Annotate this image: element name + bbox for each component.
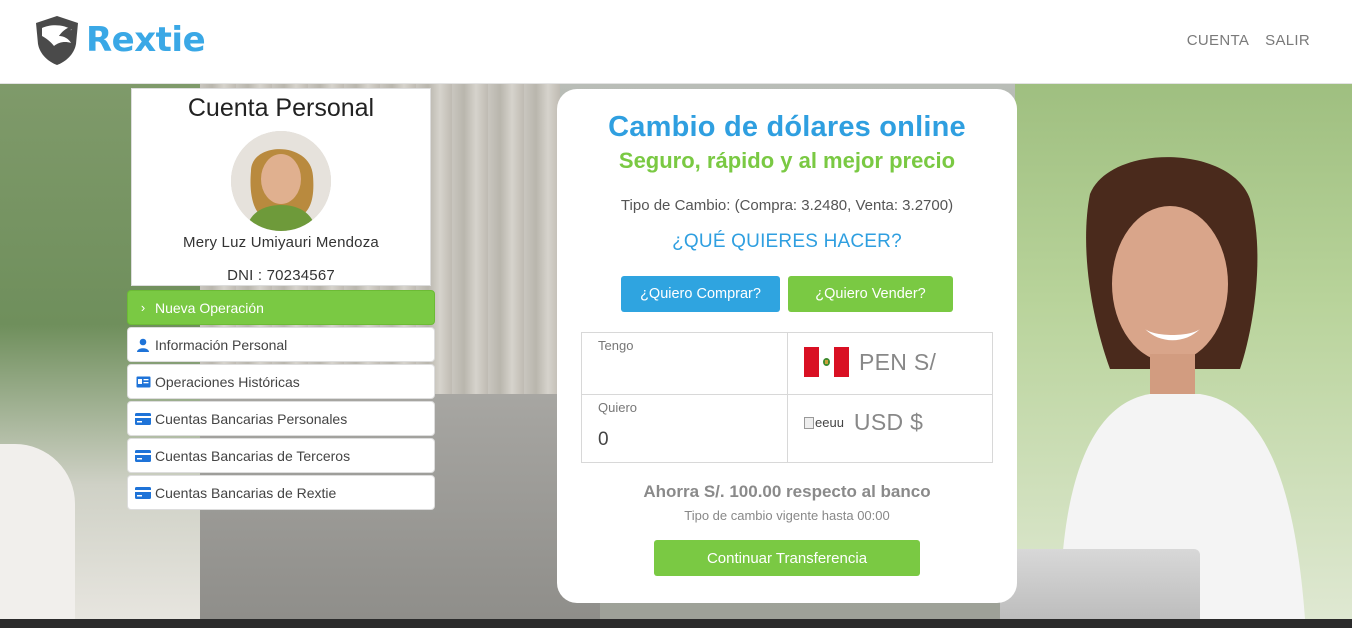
exchange-panel: Cambio de dólares online Seguro, rápido …	[557, 89, 1017, 603]
avatar	[231, 131, 331, 231]
broken-image-icon	[804, 416, 814, 429]
menu-item-label: Cuentas Bancarias Personales	[155, 410, 348, 427]
menu-item-label: Operaciones Históricas	[155, 373, 300, 390]
usa-flag-alt-text: eeuu	[815, 415, 844, 430]
menu-item-nueva-operacion[interactable]: › Nueva Operación	[127, 290, 435, 325]
peru-flag-icon	[804, 347, 849, 377]
user-icon	[135, 338, 151, 352]
exchange-title: Cambio de dólares online	[608, 111, 966, 143]
menu-item-label: Cuentas Bancarias de Rextie	[155, 484, 337, 501]
menu-item-label: Información Personal	[155, 336, 288, 353]
want-currency[interactable]: eeuu USD $	[804, 409, 923, 436]
credit-card-icon	[135, 449, 151, 463]
conversion-form: Tengo PEN S/ Quiero eeuu	[581, 332, 993, 463]
background-arm	[0, 444, 75, 619]
background-laptop	[1000, 549, 1200, 619]
profile-card: Cuenta Personal Mery Luz Umiyauri Mendoz…	[131, 88, 431, 286]
chevron-right-icon: ›	[140, 300, 146, 315]
nav-salir-link[interactable]: SALIR	[1265, 32, 1310, 49]
brand-name: Rextie	[86, 20, 206, 60]
savings-text: Ahorra S/. 100.00 respecto al banco	[643, 482, 931, 501]
menu-item-operaciones-historicas[interactable]: Operaciones Históricas	[127, 364, 435, 399]
want-currency-label: USD $	[853, 409, 924, 435]
exchange-footer: Ahorra S/. 100.00 respecto al banco Tipo…	[557, 482, 1017, 576]
want-currency-cell: eeuu USD $	[788, 395, 992, 462]
have-amount-cell: Tengo	[582, 333, 788, 395]
operation-buttons: ¿Quiero Comprar? ¿Quiero Vender?	[557, 276, 1017, 312]
continue-transfer-button[interactable]: Continuar Transferencia	[654, 540, 920, 576]
have-amount-input[interactable]	[598, 363, 768, 393]
id-card-icon	[135, 375, 151, 389]
exchange-question: ¿QUÉ QUIERES HACER?	[672, 231, 902, 252]
top-navbar: Rextie CUENTA SALIR	[0, 0, 1352, 84]
want-amount-input[interactable]	[598, 425, 768, 455]
credit-card-icon	[135, 486, 151, 500]
usa-flag-icon: eeuu	[804, 415, 844, 430]
menu-item-cuentas-rextie[interactable]: Cuentas Bancarias de Rextie	[127, 475, 435, 510]
profile-dni: DNI : 70234567	[227, 267, 335, 284]
rate-validity-text: Tipo de cambio vigente hasta 00:00	[684, 508, 890, 523]
side-menu: › Nueva Operación Información Personal O…	[127, 290, 435, 512]
brand-logo[interactable]: Rextie	[34, 14, 206, 66]
have-currency-cell: PEN S/	[788, 333, 992, 395]
profile-title: Cuenta Personal	[187, 94, 375, 122]
want-amount-cell: Quiero	[582, 395, 788, 462]
menu-item-label: Nueva Operación	[155, 299, 264, 316]
top-nav: CUENTA SALIR	[1187, 32, 1310, 49]
exchange-rate-text: Tipo de Cambio: (Compra: 3.2480, Venta: …	[620, 197, 954, 214]
avatar-photo	[231, 131, 331, 231]
buy-button[interactable]: ¿Quiero Comprar?	[621, 276, 780, 312]
have-currency[interactable]: PEN S/	[804, 347, 936, 377]
menu-item-cuentas-personales[interactable]: Cuentas Bancarias Personales	[127, 401, 435, 436]
profile-name: Mery Luz Umiyauri Mendoza	[183, 234, 379, 251]
credit-card-icon	[135, 412, 151, 426]
exchange-subtitle: Seguro, rápido y al mejor precio	[618, 148, 956, 173]
sell-button[interactable]: ¿Quiero Vender?	[788, 276, 953, 312]
have-label: Tengo	[598, 338, 634, 353]
bottom-strip	[0, 619, 1352, 628]
menu-item-cuentas-terceros[interactable]: Cuentas Bancarias de Terceros	[127, 438, 435, 473]
menu-item-label: Cuentas Bancarias de Terceros	[155, 447, 351, 464]
eagle-shield-icon	[36, 16, 78, 65]
have-currency-label: PEN S/	[859, 348, 937, 375]
menu-item-informacion-personal[interactable]: Información Personal	[127, 327, 435, 362]
want-label: Quiero	[598, 400, 638, 415]
nav-cuenta-link[interactable]: CUENTA	[1187, 32, 1249, 49]
